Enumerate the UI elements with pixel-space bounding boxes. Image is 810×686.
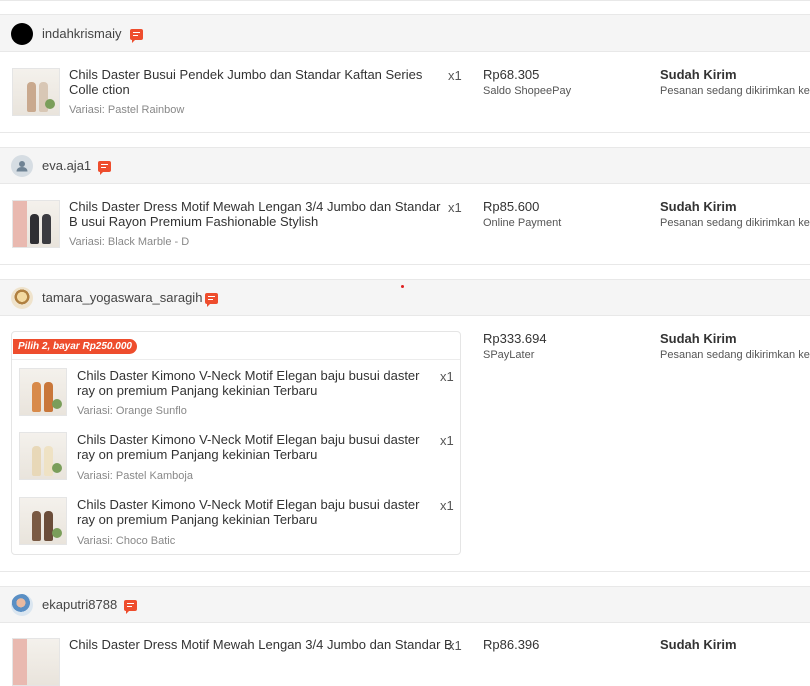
divider xyxy=(12,359,460,360)
product-thumbnail[interactable] xyxy=(19,497,67,545)
order-header xyxy=(0,587,810,622)
product-quantity: x1 xyxy=(440,498,454,513)
product-thumbnail[interactable] xyxy=(19,432,67,480)
user-icon xyxy=(16,161,28,172)
order-status: Sudah Kirim xyxy=(660,67,737,82)
payment-method: Saldo ShopeePay xyxy=(483,85,572,97)
buyer-username[interactable]: ekaputri8788 xyxy=(42,597,117,612)
bundle-promo-badge: Pilih 2, bayar Rp250.000 xyxy=(13,339,137,354)
divider xyxy=(0,622,810,623)
payment-method: Online Payment xyxy=(483,217,562,229)
status-description: Pesanan sedang dikirimkan ke I xyxy=(660,85,810,97)
chat-icon[interactable] xyxy=(98,161,111,175)
order-header xyxy=(0,148,810,183)
order-status: Sudah Kirim xyxy=(660,637,737,652)
buyer-username[interactable]: eva.aja1 xyxy=(42,158,91,173)
divider xyxy=(0,315,810,316)
order-price: Rp85.600 xyxy=(483,199,540,214)
order-price: Rp68.305 xyxy=(483,67,540,82)
order-status: Sudah Kirim xyxy=(660,331,737,346)
chat-icon[interactable] xyxy=(205,293,218,307)
product-variant: Variasi: Orange Sunflo xyxy=(77,405,187,417)
product-thumbnail[interactable] xyxy=(12,638,60,686)
order-price: Rp333.694 xyxy=(483,331,547,346)
product-thumbnail[interactable] xyxy=(19,368,67,416)
order-header xyxy=(0,15,810,51)
buyer-avatar[interactable] xyxy=(11,287,33,309)
product-quantity: x1 xyxy=(448,200,462,215)
divider xyxy=(0,183,810,184)
product-name[interactable]: Chils Daster Dress Motif Mewah Lengan 3/… xyxy=(69,637,453,652)
order-status: Sudah Kirim xyxy=(660,199,737,214)
product-name[interactable]: Chils Daster Dress Motif Mewah Lengan 3/… xyxy=(69,199,441,229)
status-description: Pesanan sedang dikirimkan ke I xyxy=(660,349,810,361)
buyer-avatar[interactable] xyxy=(11,594,33,616)
divider xyxy=(0,132,810,133)
product-name[interactable]: Chils Daster Kimono V-Neck Motif Elegan … xyxy=(77,432,437,462)
product-name[interactable]: Chils Daster Busui Pendek Jumbo dan Stan… xyxy=(69,67,441,97)
divider xyxy=(0,51,810,52)
buyer-username[interactable]: tamara_yogaswara_saragih xyxy=(42,290,202,305)
divider xyxy=(0,264,810,265)
product-name[interactable]: Chils Daster Kimono V-Neck Motif Elegan … xyxy=(77,497,437,527)
notification-dot xyxy=(401,285,404,288)
product-quantity: x1 xyxy=(448,68,462,83)
chat-icon[interactable] xyxy=(130,29,143,43)
product-variant: Variasi: Pastel Rainbow xyxy=(69,104,185,116)
buyer-avatar[interactable] xyxy=(11,23,33,45)
divider xyxy=(0,0,810,1)
order-price: Rp86.396 xyxy=(483,637,540,652)
product-thumbnail[interactable] xyxy=(12,200,60,248)
status-description: Pesanan sedang dikirimkan ke I xyxy=(660,217,810,229)
product-name[interactable]: Chils Daster Kimono V-Neck Motif Elegan … xyxy=(77,368,437,398)
buyer-username[interactable]: indahkrismaiy xyxy=(42,26,121,41)
product-variant: Variasi: Choco Batic xyxy=(77,535,176,547)
product-variant: Variasi: Pastel Kamboja xyxy=(77,470,193,482)
divider xyxy=(0,571,810,572)
product-quantity: x1 xyxy=(440,433,454,448)
product-quantity: x1 xyxy=(440,369,454,384)
buyer-avatar[interactable] xyxy=(11,155,33,177)
payment-method: SPayLater xyxy=(483,349,535,361)
chat-icon[interactable] xyxy=(124,600,137,614)
product-variant: Variasi: Black Marble - D xyxy=(69,236,190,248)
product-thumbnail[interactable] xyxy=(12,68,60,116)
